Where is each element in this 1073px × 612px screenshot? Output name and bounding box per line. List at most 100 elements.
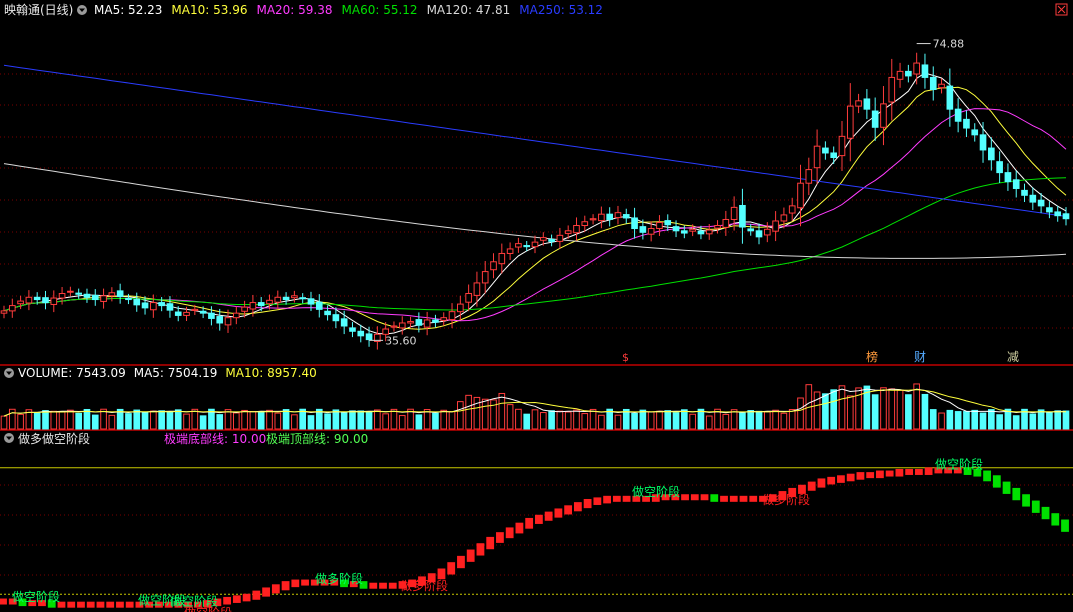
candle[interactable] [896,62,904,88]
volume-bar[interactable] [266,409,273,430]
stage-bar[interactable] [914,468,923,475]
candle[interactable] [747,224,755,236]
volume-bar[interactable] [473,396,481,430]
candle[interactable] [83,288,91,303]
volume-bar[interactable] [1029,413,1037,430]
settings-dropdown-icon[interactable] [77,5,87,15]
stage-bar[interactable] [106,601,115,608]
volume-bar[interactable] [58,411,66,430]
candle[interactable] [631,207,638,239]
volume-bar[interactable] [374,409,381,430]
stage-bar[interactable] [505,527,514,539]
candle[interactable] [963,110,970,138]
stage-bar[interactable] [817,478,826,488]
candle[interactable] [324,305,331,321]
volume-bar[interactable] [722,413,730,430]
volume-bar[interactable] [0,415,8,430]
candle[interactable] [315,294,323,318]
candle[interactable] [913,52,920,85]
volume-bar[interactable] [166,411,174,430]
stage-bar[interactable] [1012,487,1021,501]
stage-bar[interactable] [846,473,855,482]
candle[interactable] [929,66,937,101]
volume-bar[interactable] [457,401,464,430]
stage-bar[interactable] [866,472,875,479]
volume-bar[interactable] [17,413,24,430]
volume-bar[interactable] [996,414,1003,430]
candle[interactable] [498,243,506,274]
volume-bar[interactable] [929,409,937,430]
volume-bar[interactable] [174,409,182,430]
volume-bar[interactable] [481,398,489,430]
candle[interactable] [515,237,522,253]
volume-bar[interactable] [747,410,755,430]
event-marker-dividend[interactable]: $ [622,351,629,364]
volume-bar[interactable] [880,387,887,430]
candle[interactable] [880,86,887,146]
stage-bar[interactable] [496,532,504,543]
stage-bar[interactable] [573,502,582,512]
volume-bar[interactable] [631,412,638,430]
volume-bar[interactable] [1062,410,1070,430]
stage-bar[interactable] [1061,519,1069,532]
volume-bar[interactable] [772,409,779,430]
volume-bar[interactable] [598,414,605,430]
candle[interactable] [788,197,796,222]
stage-bar[interactable] [700,494,709,501]
stage-bar[interactable] [369,582,378,589]
stage-bar[interactable] [447,562,456,575]
volume-bar[interactable] [498,392,506,430]
candle[interactable] [739,188,746,244]
volume-bar[interactable] [788,409,796,430]
candle[interactable] [75,288,82,299]
candle[interactable] [888,58,896,121]
volume-bar[interactable] [490,399,497,430]
volume-bar[interactable] [199,415,207,430]
volume-bar[interactable] [365,411,373,430]
candle[interactable] [664,214,672,232]
stage-bar[interactable] [837,475,845,483]
volume-bar[interactable] [1004,408,1012,430]
volume-bar[interactable] [938,412,945,430]
stage-bar[interactable] [924,467,933,475]
candle[interactable] [656,215,663,236]
volume-bar[interactable] [191,408,199,430]
stage-bar[interactable] [525,517,534,529]
stage-bar[interactable] [271,584,280,594]
candle[interactable] [448,303,456,329]
candle[interactable] [813,129,821,185]
volume-bar[interactable] [423,409,431,430]
volume-bar[interactable] [108,414,116,430]
stage-bar[interactable] [301,579,309,586]
candle[interactable] [0,305,8,319]
stage-bar[interactable] [1022,494,1030,507]
candle[interactable] [556,227,564,249]
volume-bar[interactable] [523,413,531,430]
stage-bar[interactable] [690,494,699,501]
stage-bar[interactable] [535,514,543,524]
candle[interactable] [772,211,779,242]
candle[interactable] [805,157,813,196]
volume-bar[interactable] [830,389,838,430]
volume-bar[interactable] [216,414,224,430]
volume-bar[interactable] [988,409,995,430]
volume-bar[interactable] [91,414,99,430]
candle[interactable] [490,253,497,279]
stage-bar[interactable] [281,581,290,591]
volume-bar[interactable] [813,391,821,430]
stage-bar[interactable] [457,555,465,569]
candle[interactable] [432,314,439,328]
candle[interactable] [274,290,282,309]
candle[interactable] [755,223,763,245]
candle[interactable] [531,235,539,254]
candle[interactable] [108,287,116,302]
candle[interactable] [158,296,165,312]
volume-bar[interactable] [871,394,879,430]
stage-bar[interactable] [466,549,475,562]
volume-bar[interactable] [755,410,763,430]
event-marker-rank[interactable]: 榜 [866,349,878,364]
stage-bar[interactable] [252,590,261,600]
candle[interactable] [581,215,589,232]
volume-bar[interactable] [324,413,331,430]
volume-bar[interactable] [465,394,472,430]
